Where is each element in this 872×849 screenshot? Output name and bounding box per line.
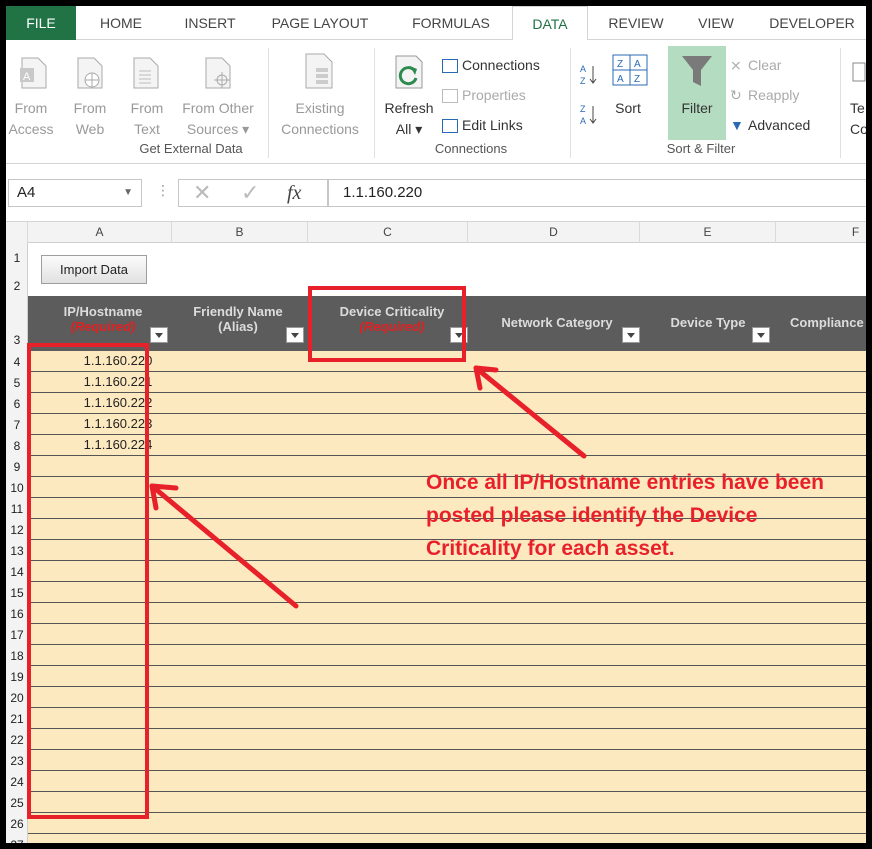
arrow-to-ip-column bbox=[149, 483, 299, 609]
excel-window: FILE HOME INSERT PAGE LAYOUT FORMULAS DA… bbox=[6, 6, 866, 843]
instruction-annotation: Once all IP/Hostname entries have been p… bbox=[426, 471, 824, 560]
annotation-arrows bbox=[149, 365, 587, 609]
arrow-to-criticality bbox=[473, 365, 587, 459]
